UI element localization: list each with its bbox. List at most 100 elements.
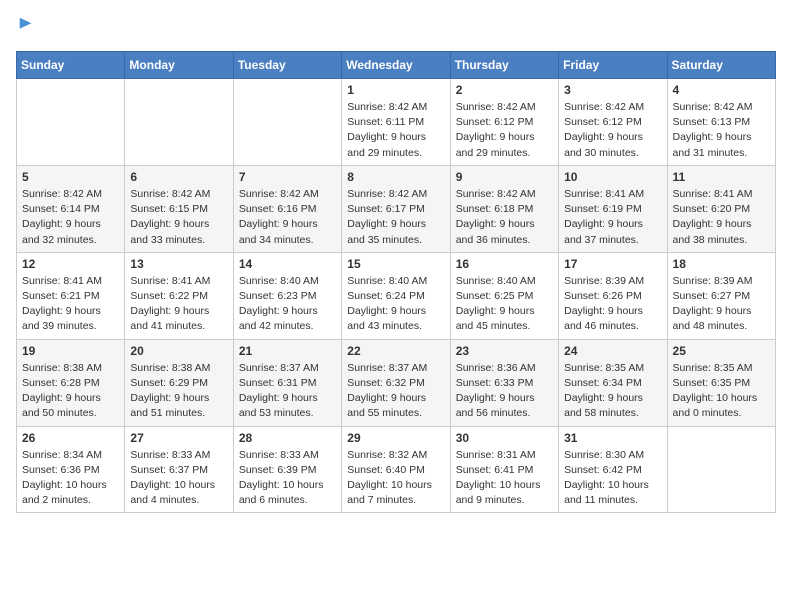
day-info: Sunrise: 8:42 AMSunset: 6:15 PMDaylight:… [130,187,227,248]
day-number: 26 [22,431,119,445]
day-info: Sunrise: 8:41 AMSunset: 6:21 PMDaylight:… [22,274,119,335]
day-number: 24 [564,344,661,358]
day-number: 6 [130,170,227,184]
calendar-cell: 16 Sunrise: 8:40 AMSunset: 6:25 PMDayligh… [450,252,558,339]
calendar-week-row: 19 Sunrise: 8:38 AMSunset: 6:28 PMDayligh… [17,339,776,426]
day-info: Sunrise: 8:41 AMSunset: 6:20 PMDaylight:… [673,187,770,248]
day-info: Sunrise: 8:42 AMSunset: 6:14 PMDaylight:… [22,187,119,248]
calendar-cell: 25 Sunrise: 8:35 AMSunset: 6:35 PMDayligh… [667,339,775,426]
day-number: 12 [22,257,119,271]
day-info: Sunrise: 8:31 AMSunset: 6:41 PMDaylight:… [456,448,553,509]
day-info: Sunrise: 8:40 AMSunset: 6:24 PMDaylight:… [347,274,444,335]
day-header-wednesday: Wednesday [342,52,450,79]
day-info: Sunrise: 8:37 AMSunset: 6:31 PMDaylight:… [239,361,336,422]
day-info: Sunrise: 8:38 AMSunset: 6:28 PMDaylight:… [22,361,119,422]
day-info: Sunrise: 8:42 AMSunset: 6:18 PMDaylight:… [456,187,553,248]
calendar-week-row: 12 Sunrise: 8:41 AMSunset: 6:21 PMDayligh… [17,252,776,339]
calendar-cell: 28 Sunrise: 8:33 AMSunset: 6:39 PMDayligh… [233,426,341,513]
calendar-cell: 31 Sunrise: 8:30 AMSunset: 6:42 PMDayligh… [559,426,667,513]
calendar-cell: 10 Sunrise: 8:41 AMSunset: 6:19 PMDayligh… [559,165,667,252]
day-number: 1 [347,83,444,97]
day-number: 11 [673,170,770,184]
calendar-cell [667,426,775,513]
day-number: 27 [130,431,227,445]
calendar-week-row: 5 Sunrise: 8:42 AMSunset: 6:14 PMDaylight… [17,165,776,252]
calendar-cell: 7 Sunrise: 8:42 AMSunset: 6:16 PMDaylight… [233,165,341,252]
day-number: 21 [239,344,336,358]
calendar-cell [17,79,125,166]
day-number: 4 [673,83,770,97]
day-info: Sunrise: 8:36 AMSunset: 6:33 PMDaylight:… [456,361,553,422]
day-number: 30 [456,431,553,445]
day-info: Sunrise: 8:35 AMSunset: 6:34 PMDaylight:… [564,361,661,422]
calendar-cell: 26Sunrise: 8:34 AMSunset: 6:36 PMDayligh… [17,426,125,513]
calendar-cell: 2 Sunrise: 8:42 AMSunset: 6:12 PMDaylight… [450,79,558,166]
calendar-cell: 6 Sunrise: 8:42 AMSunset: 6:15 PMDaylight… [125,165,233,252]
day-number: 19 [22,344,119,358]
calendar-cell: 19 Sunrise: 8:38 AMSunset: 6:28 PMDayligh… [17,339,125,426]
page-header [16,16,776,39]
day-number: 18 [673,257,770,271]
day-number: 8 [347,170,444,184]
day-number: 28 [239,431,336,445]
day-number: 31 [564,431,661,445]
day-header-friday: Friday [559,52,667,79]
day-info: Sunrise: 8:40 AMSunset: 6:25 PMDaylight:… [456,274,553,335]
day-info: Sunrise: 8:42 AMSunset: 6:11 PMDaylight:… [347,100,444,161]
calendar-cell: 17 Sunrise: 8:39 AMSunset: 6:26 PMDayligh… [559,252,667,339]
calendar-cell: 9 Sunrise: 8:42 AMSunset: 6:18 PMDaylight… [450,165,558,252]
calendar-cell: 1 Sunrise: 8:42 AMSunset: 6:11 PMDaylight… [342,79,450,166]
day-info: Sunrise: 8:41 AMSunset: 6:22 PMDaylight:… [130,274,227,335]
calendar-cell: 14 Sunrise: 8:40 AMSunset: 6:23 PMDayligh… [233,252,341,339]
logo [16,16,35,39]
day-info: Sunrise: 8:33 AMSunset: 6:37 PMDaylight:… [130,448,227,509]
day-info: Sunrise: 8:42 AMSunset: 6:12 PMDaylight:… [456,100,553,161]
calendar-cell: 12 Sunrise: 8:41 AMSunset: 6:21 PMDayligh… [17,252,125,339]
day-info: Sunrise: 8:33 AMSunset: 6:39 PMDaylight:… [239,448,336,509]
calendar-cell: 27 Sunrise: 8:33 AMSunset: 6:37 PMDayligh… [125,426,233,513]
calendar-cell: 23 Sunrise: 8:36 AMSunset: 6:33 PMDayligh… [450,339,558,426]
day-number: 5 [22,170,119,184]
day-info: Sunrise: 8:42 AMSunset: 6:16 PMDaylight:… [239,187,336,248]
calendar-cell: 4 Sunrise: 8:42 AMSunset: 6:13 PMDaylight… [667,79,775,166]
calendar-cell: 18Sunrise: 8:39 AMSunset: 6:27 PMDayligh… [667,252,775,339]
calendar-cell: 8 Sunrise: 8:42 AMSunset: 6:17 PMDaylight… [342,165,450,252]
calendar-week-row: 26Sunrise: 8:34 AMSunset: 6:36 PMDayligh… [17,426,776,513]
logo-wordmark [16,16,35,39]
calendar-cell: 30 Sunrise: 8:31 AMSunset: 6:41 PMDayligh… [450,426,558,513]
day-number: 14 [239,257,336,271]
logo-flag-icon [17,16,35,34]
calendar-cell: 3 Sunrise: 8:42 AMSunset: 6:12 PMDaylight… [559,79,667,166]
day-info: Sunrise: 8:42 AMSunset: 6:12 PMDaylight:… [564,100,661,161]
day-info: Sunrise: 8:42 AMSunset: 6:17 PMDaylight:… [347,187,444,248]
calendar-table: SundayMondayTuesdayWednesdayThursdayFrid… [16,51,776,513]
day-number: 10 [564,170,661,184]
calendar-header-row: SundayMondayTuesdayWednesdayThursdayFrid… [17,52,776,79]
day-number: 29 [347,431,444,445]
calendar-cell: 21 Sunrise: 8:37 AMSunset: 6:31 PMDayligh… [233,339,341,426]
day-info: Sunrise: 8:35 AMSunset: 6:35 PMDaylight:… [673,361,770,422]
day-number: 23 [456,344,553,358]
day-number: 2 [456,83,553,97]
calendar-cell: 11 Sunrise: 8:41 AMSunset: 6:20 PMDayligh… [667,165,775,252]
day-info: Sunrise: 8:38 AMSunset: 6:29 PMDaylight:… [130,361,227,422]
day-number: 9 [456,170,553,184]
day-number: 22 [347,344,444,358]
day-header-thursday: Thursday [450,52,558,79]
day-info: Sunrise: 8:41 AMSunset: 6:19 PMDaylight:… [564,187,661,248]
calendar-cell: 24 Sunrise: 8:35 AMSunset: 6:34 PMDayligh… [559,339,667,426]
day-info: Sunrise: 8:42 AMSunset: 6:13 PMDaylight:… [673,100,770,161]
day-number: 3 [564,83,661,97]
day-number: 16 [456,257,553,271]
day-info: Sunrise: 8:30 AMSunset: 6:42 PMDaylight:… [564,448,661,509]
calendar-cell [233,79,341,166]
day-number: 17 [564,257,661,271]
day-info: Sunrise: 8:40 AMSunset: 6:23 PMDaylight:… [239,274,336,335]
day-number: 25 [673,344,770,358]
day-number: 7 [239,170,336,184]
day-info: Sunrise: 8:39 AMSunset: 6:26 PMDaylight:… [564,274,661,335]
day-info: Sunrise: 8:32 AMSunset: 6:40 PMDaylight:… [347,448,444,509]
calendar-body: 1 Sunrise: 8:42 AMSunset: 6:11 PMDaylight… [17,79,776,513]
day-number: 15 [347,257,444,271]
calendar-cell: 5 Sunrise: 8:42 AMSunset: 6:14 PMDaylight… [17,165,125,252]
